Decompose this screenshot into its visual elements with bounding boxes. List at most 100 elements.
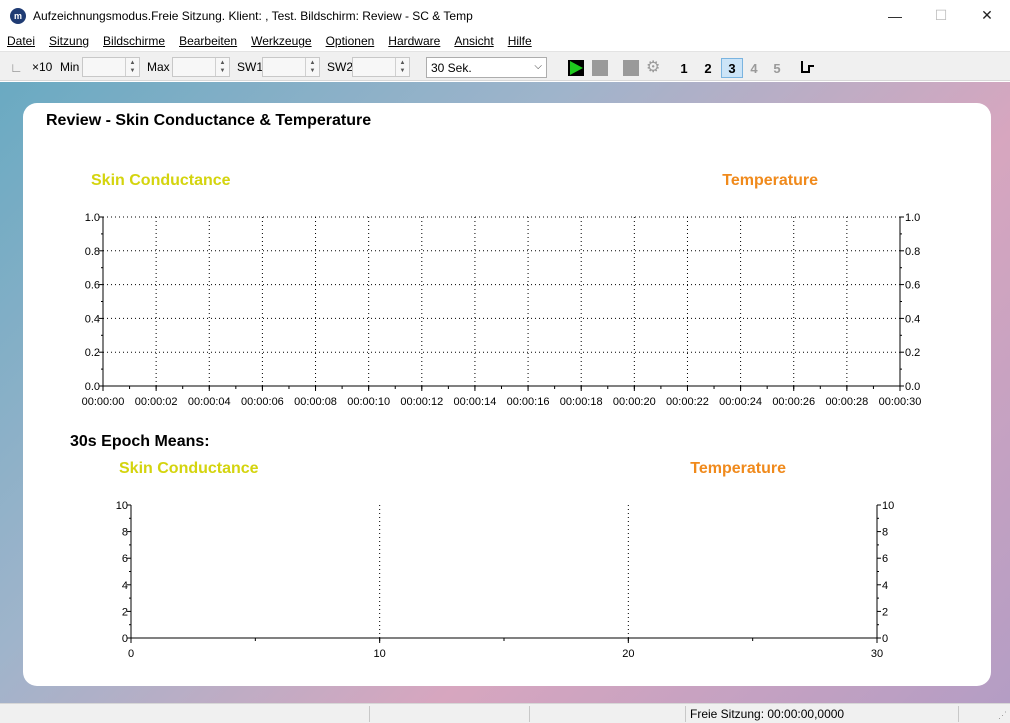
menu-ansicht[interactable]: Ansicht (447, 34, 500, 48)
menu-sitzung[interactable]: Sitzung (42, 34, 96, 48)
raw-signal-chart: Skin Conductance Temperature 0.0 0.0 0.2 0.… (82, 172, 922, 408)
sw1-spinner[interactable]: ▲ ▼ (262, 57, 320, 77)
minimize-button[interactable]: — (872, 0, 918, 31)
y-tick-label: 0.8 (85, 246, 100, 258)
sw2-spinner-arrows[interactable]: ▲ ▼ (395, 58, 409, 76)
chevron-down-icon: ⌵ (534, 61, 542, 72)
close-button[interactable]: ✕ (964, 0, 1010, 31)
status-separator (369, 706, 370, 722)
x-tick-label: 00:00:04 (188, 396, 231, 408)
resize-grip-icon[interactable]: ⋰ (998, 710, 1007, 721)
min-spinner[interactable]: ▲ ▼ (82, 57, 140, 77)
panel-title: Review - Skin Conductance & Temperature (46, 112, 371, 129)
panel-canvas: Review - Skin Conductance & Temperature … (46, 112, 922, 660)
x-tick-label: 00:00:30 (879, 396, 922, 408)
x-tick-label: 00:00:20 (613, 396, 656, 408)
x-tick-label: 30 (871, 648, 883, 660)
y-tick-label: 10 (116, 500, 128, 512)
y-tick-label: 0.8 (905, 246, 920, 258)
x-tick-label: 00:00:26 (772, 396, 815, 408)
settings-gear-icon[interactable]: ⚙ (646, 52, 660, 82)
workspace: Review - Skin Conductance & Temperature … (0, 82, 1010, 703)
play-icon (570, 61, 583, 75)
chart1-left-label: Skin Conductance (91, 172, 231, 189)
x-tick-label: 00:00:14 (454, 396, 497, 408)
screen-3-button[interactable]: 3 (721, 58, 743, 78)
app-logo-icon: m (10, 7, 26, 24)
screen-4-button[interactable]: 4 (743, 58, 765, 78)
duration-value: 30 Sek. (431, 61, 472, 75)
pause-button[interactable] (592, 60, 608, 76)
window-controls: — ☐ ✕ (872, 0, 1010, 31)
menu-bildschirme[interactable]: Bildschirme (96, 34, 172, 48)
window-title: Aufzeichnungsmodus.Freie Sitzung. Klient… (33, 8, 473, 23)
x-tick-label: 00:00:06 (241, 396, 284, 408)
x-tick-label: 00:00:10 (347, 396, 390, 408)
y-tick-label: 0 (882, 633, 888, 645)
status-separator (685, 706, 686, 722)
y-tick-label: 2 (122, 606, 128, 618)
x-tick-label: 00:00:18 (560, 396, 603, 408)
maximize-button[interactable]: ☐ (918, 0, 964, 31)
screen-1-button[interactable]: 1 (673, 58, 695, 78)
toolbar: ∟ ×10 Min ▲ ▼ Max ▲ ▼ SW1 ▲ ▼ SW2 ▲ ▼ 30 Sek… (0, 51, 1010, 81)
y-tick-label: 0.0 (85, 381, 100, 393)
chart2-right-label: Temperature (690, 460, 786, 477)
menu-optionen[interactable]: Optionen (319, 34, 382, 48)
play-button[interactable] (568, 60, 584, 76)
menu-werkzeuge[interactable]: Werkzeuge (244, 34, 318, 48)
y-tick-label: 0.6 (85, 280, 100, 292)
menu-bearbeiten[interactable]: Bearbeiten (172, 34, 244, 48)
sw1-spinner-arrows[interactable]: ▲ ▼ (305, 58, 319, 76)
y-tick-label: 4 (882, 580, 888, 592)
x-tick-label: 00:00:08 (294, 396, 337, 408)
max-spinner-arrows[interactable]: ▲ ▼ (215, 58, 229, 76)
x-tick-label: 00:00:12 (400, 396, 443, 408)
min-label: Min (60, 60, 80, 74)
max-spinner[interactable]: ▲ ▼ (172, 57, 230, 77)
session-timer: Freie Sitzung: 00:00:00,0000 (690, 707, 845, 721)
screen-5-button[interactable]: 5 (766, 58, 788, 78)
chart1-right-label: Temperature (722, 172, 818, 189)
sw2-spinner[interactable]: ▲ ▼ (352, 57, 410, 77)
sw2-label: SW2 (327, 60, 354, 74)
duration-select[interactable]: 30 Sek. ⌵ (426, 57, 547, 78)
y-tick-label: 0 (122, 633, 128, 645)
y-tick-label: 0.4 (905, 313, 920, 325)
screen-2-button[interactable]: 2 (697, 58, 719, 78)
y-tick-label: 0.4 (85, 313, 100, 325)
x10-button[interactable]: ×10 (32, 52, 52, 82)
y-tick-label: 2 (882, 606, 888, 618)
y-tick-label: 8 (122, 527, 128, 539)
y-tick-label: 6 (122, 553, 128, 565)
status-separator (958, 706, 959, 722)
x-tick-label: 0 (128, 648, 134, 660)
x-tick-label: 00:00:00 (82, 396, 125, 408)
min-spinner-arrows[interactable]: ▲ ▼ (125, 58, 139, 76)
menu-hilfe[interactable]: Hilfe (501, 34, 539, 48)
y-tick-label: 0.6 (905, 280, 920, 292)
x-tick-label: 10 (374, 648, 386, 660)
sw1-label: SW1 (237, 60, 264, 74)
max-label: Max (147, 60, 170, 74)
step-signal-icon[interactable] (800, 60, 816, 74)
menu-datei[interactable]: Datei (0, 34, 42, 48)
y-tick-label: 1.0 (85, 212, 100, 224)
epoch-title: 30s Epoch Means: (70, 433, 210, 450)
status-bar: Freie Sitzung: 00:00:00,0000 ⋰ (0, 703, 1010, 723)
y-tick-label: 10 (882, 500, 894, 512)
x-tick-label: 00:00:24 (719, 396, 762, 408)
review-panel: Review - Skin Conductance & Temperature … (23, 103, 991, 686)
y-tick-label: 0.2 (905, 347, 920, 359)
scale-icon[interactable]: ∟ (10, 52, 23, 82)
menu-hardware[interactable]: Hardware (381, 34, 447, 48)
y-tick-label: 1.0 (905, 212, 920, 224)
x-tick-label: 20 (622, 648, 634, 660)
stop-button[interactable] (623, 60, 639, 76)
y-tick-label: 4 (122, 580, 128, 592)
epoch-means-chart: Skin Conductance Temperature 0 02 24 46 68 81… (116, 460, 895, 660)
x-tick-label: 00:00:22 (666, 396, 709, 408)
y-tick-label: 6 (882, 553, 888, 565)
y-tick-label: 8 (882, 527, 888, 539)
y-tick-label: 0.2 (85, 347, 100, 359)
